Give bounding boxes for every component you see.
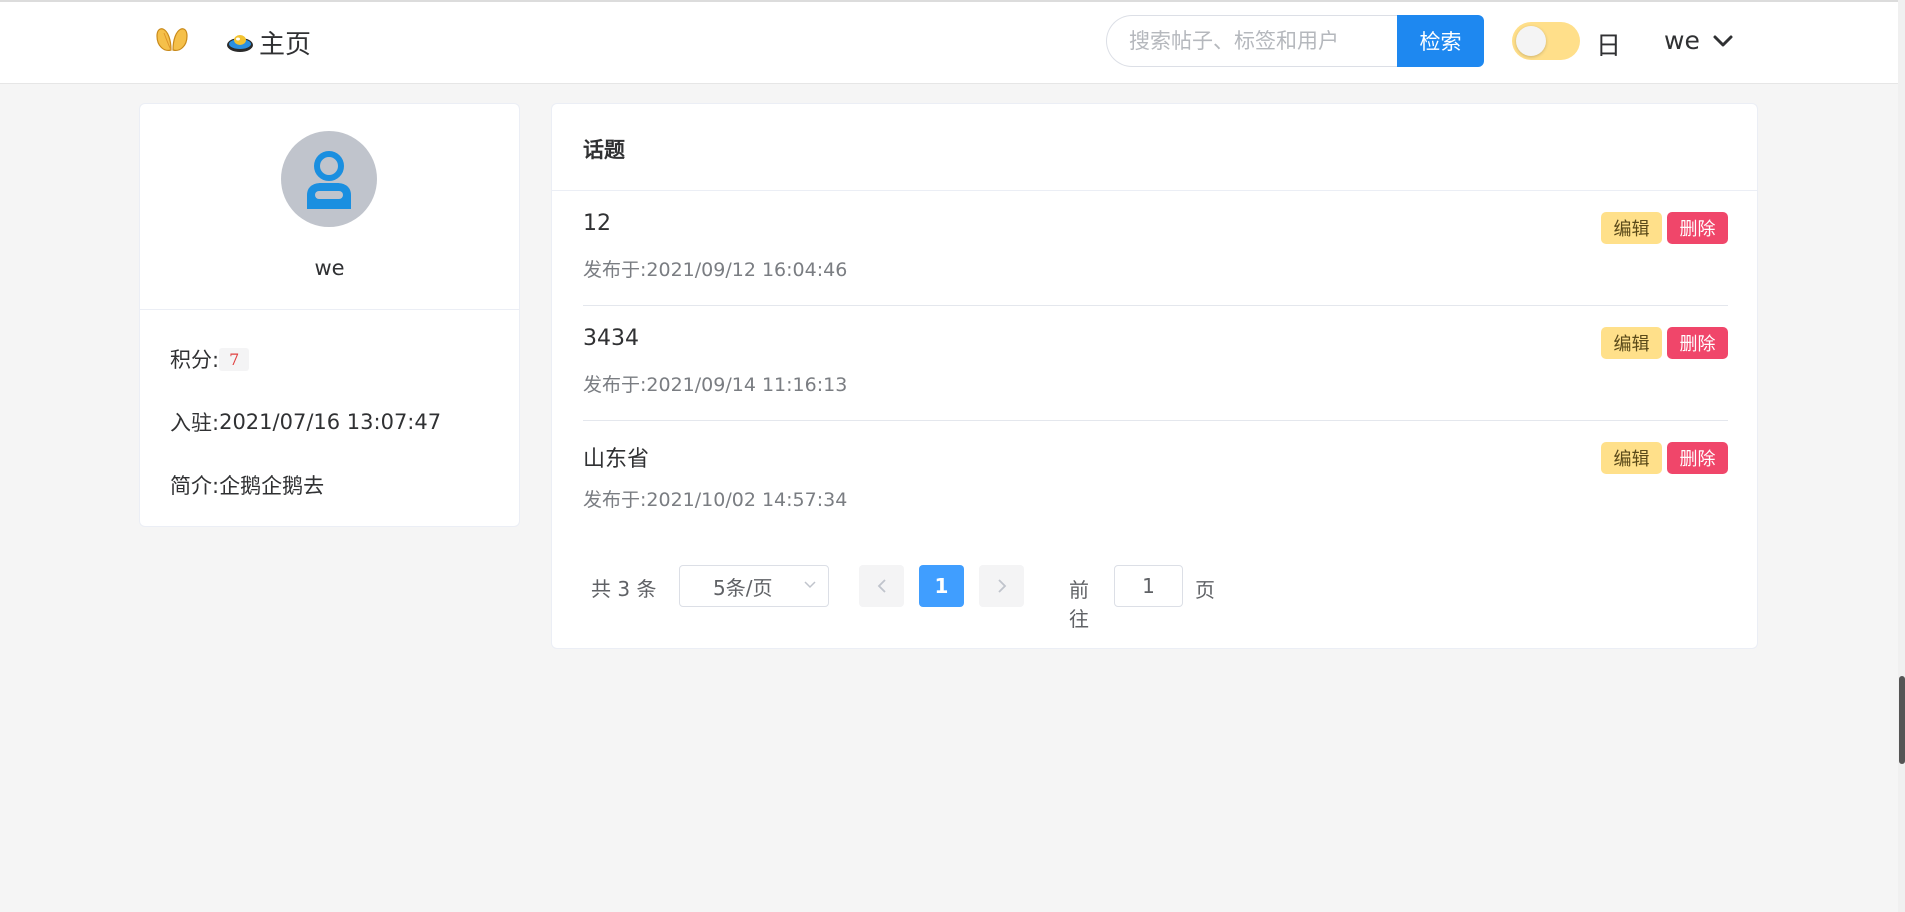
page-scrollbar[interactable] [1898, 0, 1905, 912]
topic-item: 3434 发布于:2021/09/14 11:16:13 编辑 删除 [583, 306, 1728, 421]
theme-toggle[interactable] [1512, 22, 1580, 60]
chevron-right-icon [997, 579, 1006, 593]
chevron-down-icon [1713, 35, 1733, 46]
page-number-button[interactable]: 1 [919, 565, 964, 607]
delete-button[interactable]: 删除 [1667, 327, 1728, 359]
delete-button[interactable]: 删除 [1667, 442, 1728, 474]
prev-page-button[interactable] [859, 565, 904, 607]
next-page-button[interactable] [979, 565, 1024, 607]
top-navbar: 主页 检索 日 we [0, 0, 1905, 84]
search-bar: 检索 [1106, 15, 1484, 67]
saucer-home-icon [227, 34, 253, 52]
chevron-left-icon [877, 579, 886, 593]
page-size-value: 5条/页 [713, 575, 773, 600]
total-count: 共 3 条 [591, 576, 657, 601]
delete-button[interactable]: 删除 [1667, 212, 1728, 244]
home-link[interactable]: 主页 [225, 24, 311, 61]
topics-title: 话题 [583, 138, 625, 162]
theme-label: 日 [1596, 31, 1622, 60]
goto-suffix: 页 [1195, 578, 1215, 602]
joined-row: 入驻: 2021/07/16 13:07:47 [170, 407, 441, 437]
pagination: 共 3 条 5条/页 1 前往 页 [583, 565, 1215, 631]
edit-button[interactable]: 编辑 [1601, 327, 1662, 359]
topic-title[interactable]: 山东省 [583, 441, 649, 473]
topic-item: 12 发布于:2021/09/12 16:04:46 编辑 删除 [583, 191, 1728, 306]
chevron-down-icon [804, 581, 816, 589]
page-size-select[interactable]: 5条/页 [679, 565, 829, 607]
profile-name: we [314, 256, 345, 280]
avatar [281, 131, 377, 227]
search-input[interactable] [1106, 15, 1397, 67]
edit-button[interactable]: 编辑 [1601, 212, 1662, 244]
score-label: 积分: [170, 348, 220, 372]
toggle-knob [1516, 26, 1546, 56]
topic-title[interactable]: 3434 [583, 326, 639, 351]
user-name: we [1664, 26, 1700, 55]
joined-value: 2021/07/16 13:07:47 [219, 410, 442, 434]
divider [140, 309, 519, 310]
topics-card: 话题 12 发布于:2021/09/12 16:04:46 编辑 删除 3434… [551, 103, 1758, 649]
goto-label: 前往 [1069, 578, 1089, 631]
topic-item: 山东省 发布于:2021/10/02 14:57:34 编辑 删除 [583, 421, 1728, 536]
home-label: 主页 [259, 30, 312, 60]
score-badge: 7 [219, 347, 250, 371]
bio-row: 简介: 企鹅企鹅去 [170, 470, 324, 500]
profile-card: we 积分: 7 入驻: 2021/07/16 13:07:47 简介: 企鹅企… [139, 103, 520, 527]
topic-date: 发布于:2021/09/12 16:04:46 [583, 259, 848, 281]
butterfly-logo-icon[interactable] [154, 22, 190, 58]
topic-date: 发布于:2021/10/02 14:57:34 [583, 489, 848, 511]
joined-label: 入驻: [170, 411, 220, 435]
bio-label: 简介: [170, 474, 220, 498]
topic-date: 发布于:2021/09/14 11:16:13 [583, 374, 848, 396]
goto-page-input[interactable] [1114, 565, 1183, 607]
score-row: 积分: 7 [170, 344, 250, 374]
user-avatar-icon [307, 151, 351, 209]
search-button[interactable]: 检索 [1397, 15, 1484, 67]
scrollbar-thumb[interactable] [1899, 676, 1905, 764]
user-menu[interactable]: we [1664, 26, 1734, 55]
topic-title[interactable]: 12 [583, 211, 611, 236]
bio-value: 企鹅企鹅去 [219, 474, 325, 498]
edit-button[interactable]: 编辑 [1601, 442, 1662, 474]
